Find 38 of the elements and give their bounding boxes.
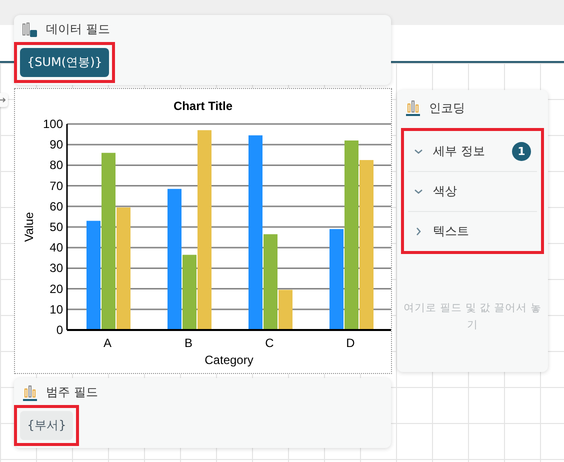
y-tick-label: 0 xyxy=(56,323,63,337)
y-tick-label: 50 xyxy=(50,220,63,234)
y-tick-label: 20 xyxy=(50,282,63,296)
section-label: 색상 xyxy=(433,183,458,200)
y-tick-label: 10 xyxy=(50,302,63,316)
bars-icon xyxy=(405,100,421,116)
arrow-right-icon xyxy=(0,97,6,103)
y-tick-label: 40 xyxy=(50,240,63,255)
chevron-right-icon xyxy=(414,227,423,236)
encoding-section[interactable]: 세부 정보 1 xyxy=(408,131,537,171)
panel-title: 인코딩 xyxy=(429,100,465,116)
chevron-down-icon xyxy=(414,187,423,196)
y-tick-label: 30 xyxy=(50,261,63,276)
section-label: 세부 정보 xyxy=(433,142,486,160)
panel-title: 범주 필드 xyxy=(46,384,98,401)
x-tick-label: D xyxy=(346,336,355,350)
field-chip[interactable]: {부서} xyxy=(20,411,74,440)
y-tick-label: 80 xyxy=(50,158,63,172)
y-tick-label: 90 xyxy=(50,138,63,152)
drop-hint: 여기로 필드 및 값 끌어서 놓기 xyxy=(402,301,542,333)
x-tick-label: A xyxy=(104,336,112,350)
x-axis-title: Category xyxy=(204,353,254,367)
section-label: 텍스트 xyxy=(433,223,470,240)
encoding-section[interactable]: 색상 xyxy=(408,171,537,211)
x-tick-label: C xyxy=(265,336,274,350)
encoding-section[interactable]: 텍스트 xyxy=(408,211,537,251)
field-chip[interactable]: {SUM(연봉)} xyxy=(20,48,110,77)
y-tick-label: 100 xyxy=(42,117,63,131)
chart-title: Chart Title xyxy=(173,99,233,113)
field-icon xyxy=(22,22,38,38)
y-tick-label: 60 xyxy=(50,199,63,214)
bars-icon xyxy=(22,384,38,400)
count-badge: 1 xyxy=(512,142,531,160)
y-axis-title: Value xyxy=(22,212,36,242)
x-tick-label: B xyxy=(184,336,192,350)
y-tick-label: 70 xyxy=(50,178,63,193)
panel-title: 데이터 필드 xyxy=(46,21,110,38)
chevron-down-icon xyxy=(414,146,423,156)
